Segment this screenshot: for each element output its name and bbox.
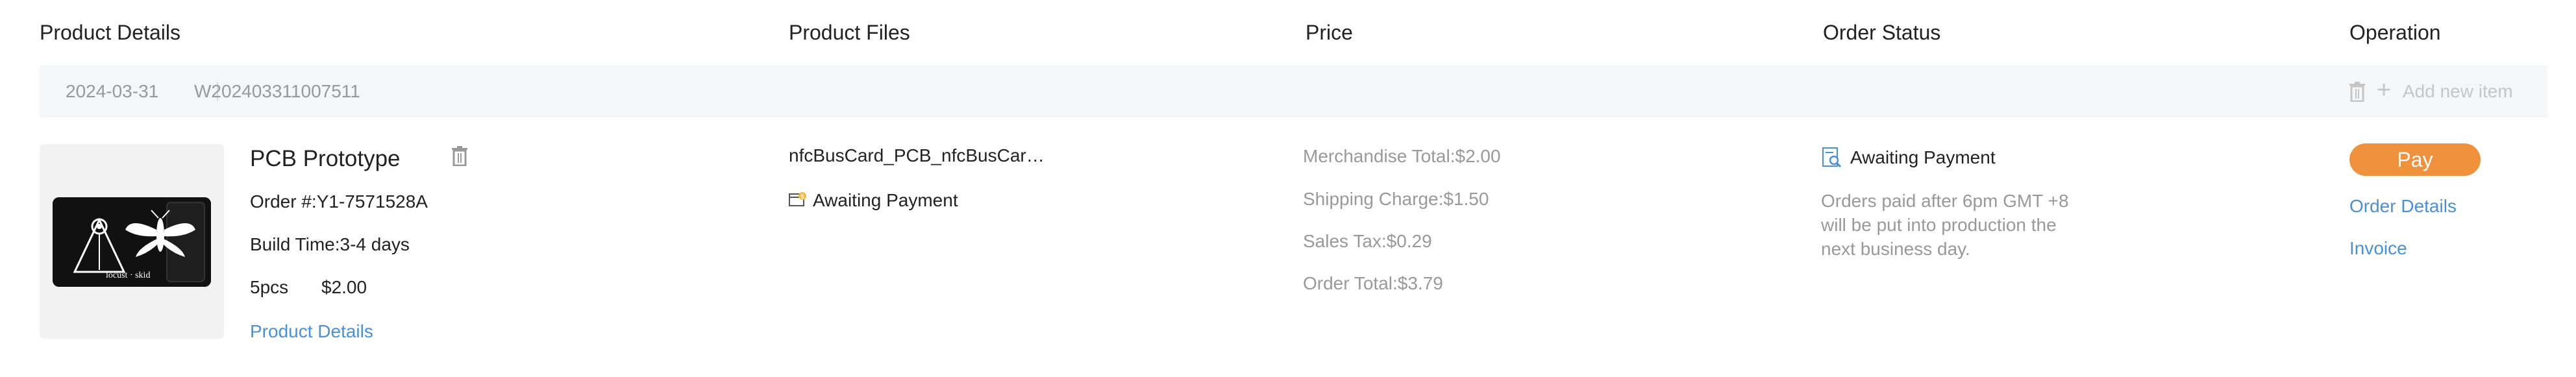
- header-operation: Operation: [2349, 21, 2441, 44]
- order-date: 2024-03-31: [66, 81, 159, 101]
- header-product-files: Product Files: [789, 21, 910, 44]
- pcb-card-image: locust · skid: [53, 197, 211, 287]
- card-caption: locust · skid: [106, 271, 151, 280]
- product-order-number: Order #:Y1-7571528A: [250, 191, 428, 212]
- product-quantity: 5pcs: [250, 277, 289, 297]
- order-bar: 2024-03-31 W202403311007511 + Add new it…: [40, 66, 2547, 117]
- file-status-label: Awaiting Payment: [813, 190, 958, 210]
- file-status-icon: $: [788, 190, 808, 210]
- trash-icon[interactable]: [451, 145, 468, 167]
- plus-icon[interactable]: +: [2377, 64, 2391, 116]
- order-details-link[interactable]: Order Details: [2349, 195, 2457, 218]
- invoice-link[interactable]: Invoice: [2349, 237, 2407, 260]
- product-image: locust · skid: [40, 144, 224, 339]
- product-file-name[interactable]: nfcBusCard_PCB_nfcBusCar…: [789, 144, 1045, 167]
- order-total: Order Total:$3.79: [1303, 273, 1443, 293]
- product-unit-price: $2.00: [321, 277, 367, 297]
- header-product-details: Product Details: [40, 21, 180, 44]
- svg-text:$: $: [800, 193, 804, 201]
- product-build-time: Build Time:3-4 days: [250, 234, 410, 254]
- add-new-item-button[interactable]: Add new item: [2403, 66, 2513, 117]
- order-status-label: Awaiting Payment: [1850, 147, 1996, 167]
- production-note: Orders paid after 6pm GMT +8 will be put…: [1821, 191, 2069, 259]
- header-price: Price: [1306, 21, 1353, 44]
- trash-icon[interactable]: [2349, 81, 2366, 103]
- pay-button[interactable]: Pay: [2349, 143, 2481, 176]
- product-name: PCB Prototype: [250, 146, 401, 171]
- product-details-link[interactable]: Product Details: [250, 320, 373, 343]
- header-order-status: Order Status: [1823, 21, 1941, 44]
- sales-tax: Sales Tax:$0.29: [1303, 231, 1432, 251]
- merchandise-total: Merchandise Total:$2.00: [1303, 146, 1501, 166]
- search-document-icon: [1822, 147, 1842, 169]
- shipping-charge: Shipping Charge:$1.50: [1303, 189, 1489, 209]
- order-number: W202403311007511: [194, 81, 360, 101]
